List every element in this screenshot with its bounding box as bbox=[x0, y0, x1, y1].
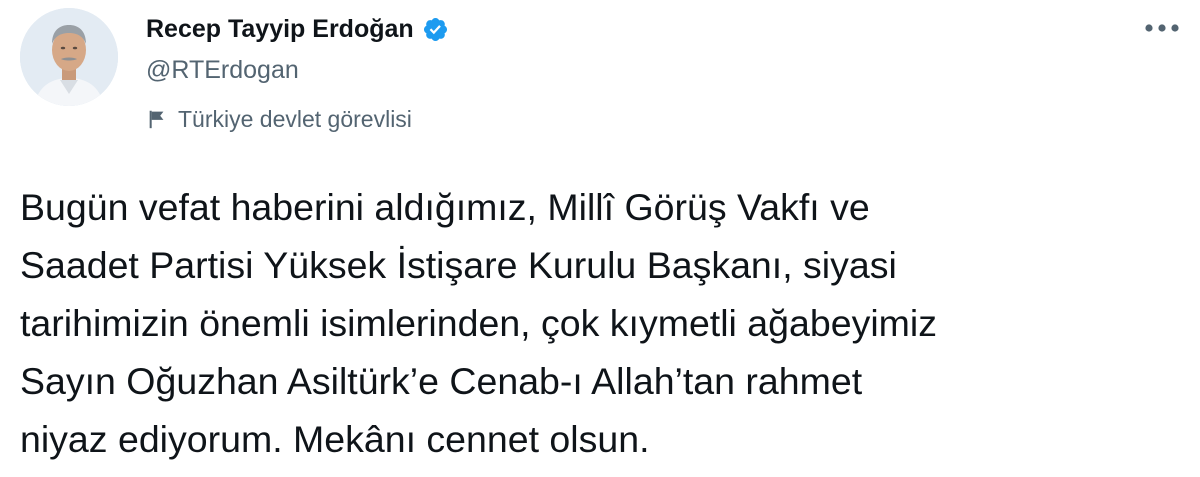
tweet-text-line: Bugün vefat haberini aldığımız, Millî Gö… bbox=[20, 186, 870, 228]
verified-badge-icon bbox=[422, 16, 449, 43]
author-name-row: Recep Tayyip Erdoğan bbox=[146, 12, 449, 46]
account-label: Türkiye devlet görevlisi bbox=[146, 104, 412, 134]
tweet-text-line: niyaz ediyorum. Mekânı cennet olsun. bbox=[20, 418, 650, 460]
tweet-text-line: Sayın Oğuzhan Asiltürk’e Cenab-ı Allah’t… bbox=[20, 360, 863, 402]
tweet-text: Bugün vefat haberini aldığımız, Millî Gö… bbox=[20, 178, 1180, 468]
avatar[interactable] bbox=[20, 8, 118, 106]
author-handle[interactable]: @RTErdogan bbox=[146, 56, 299, 85]
government-label-text: Türkiye devlet görevlisi bbox=[178, 105, 412, 132]
tweet-card: Recep Tayyip Erdoğan @RTErdogan Türkiye … bbox=[0, 0, 1200, 477]
tweet-text-line: tarihimizin önemli isimlerinden, çok kıy… bbox=[20, 302, 937, 344]
author-display-name[interactable]: Recep Tayyip Erdoğan bbox=[146, 15, 414, 44]
tweet-text-line: Saadet Partisi Yüksek İstişare Kurulu Ba… bbox=[20, 244, 897, 286]
flag-icon bbox=[146, 108, 168, 130]
avatar-photo bbox=[20, 8, 118, 106]
more-options-button[interactable] bbox=[1140, 10, 1184, 46]
more-options-icon bbox=[1145, 24, 1179, 32]
